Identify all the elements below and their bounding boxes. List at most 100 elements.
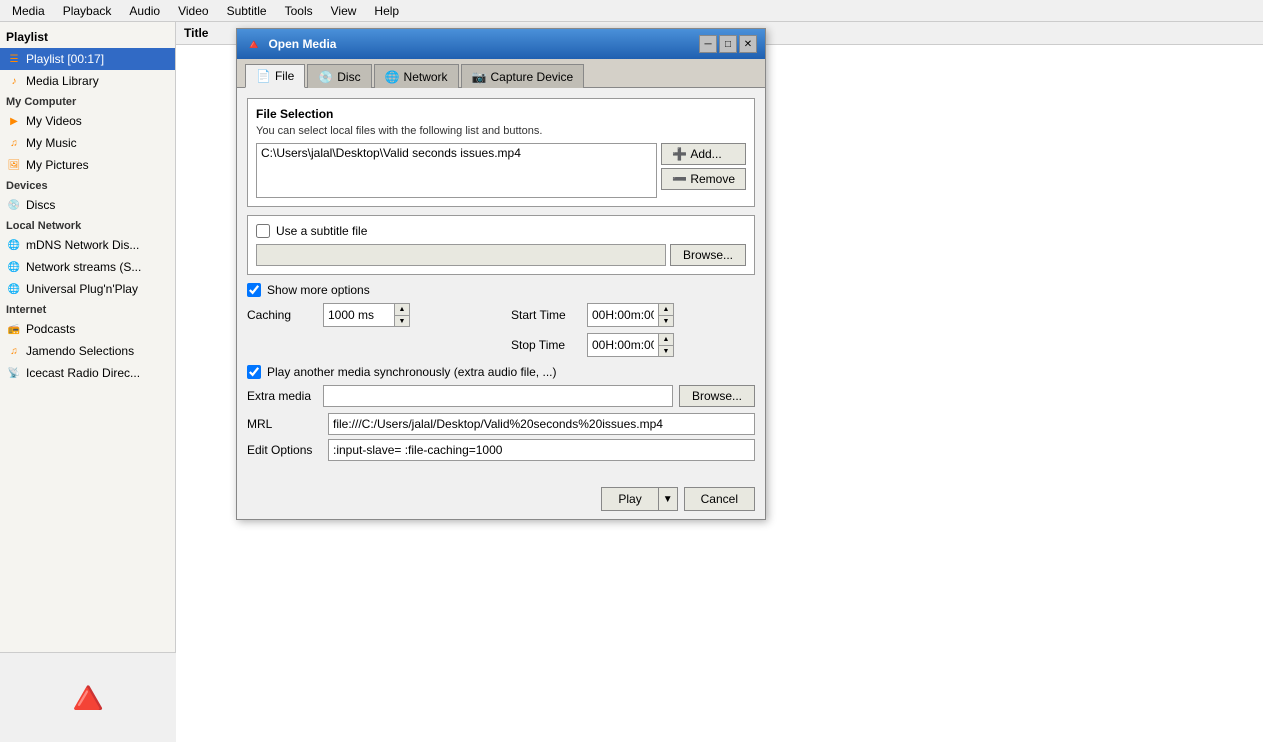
sidebar-item-upnp[interactable]: 🌐 Universal Plug'n'Play [0,278,175,300]
subtitle-file-input[interactable] [256,244,666,266]
play-another-row: Play another media synchronously (extra … [247,365,755,379]
sidebar-item-media-library-label: Media Library [26,74,99,88]
my-music-icon: ♫ [6,135,22,151]
tab-disc-label: Disc [337,70,360,84]
add-file-button[interactable]: ➕ Add... [661,143,746,165]
sidebar-item-network-streams[interactable]: 🌐 Network streams (S... [0,256,175,278]
menu-subtitle[interactable]: Subtitle [219,2,275,20]
menu-tools[interactable]: Tools [277,2,321,20]
tab-capture-icon: 📷 [472,70,487,84]
play-another-checkbox[interactable] [247,365,261,379]
play-button[interactable]: Play [601,487,657,511]
file-list-box[interactable]: C:\Users\jalal\Desktop\Valid seconds iss… [256,143,657,198]
sidebar-item-media-library[interactable]: ♪ Media Library [0,70,175,92]
sidebar-item-my-music[interactable]: ♫ My Music [0,132,175,154]
sidebar-item-my-pictures[interactable]: 🖼 My Pictures [0,154,175,176]
caching-spinbox[interactable]: 1000 ms ▲ ▼ [323,303,410,327]
menu-playback[interactable]: Playback [55,2,120,20]
media-library-icon: ♪ [6,73,22,89]
start-time-down-arrow[interactable]: ▼ [659,315,673,326]
vlc-cone-large-icon: 🔺 [58,669,118,726]
remove-file-button[interactable]: ➖ Remove [661,168,746,190]
tab-network-label: Network [404,70,448,84]
start-time-spinbox[interactable]: 00H:00m:00s.000 ▲ ▼ [587,303,674,327]
icecast-icon: 📡 [6,365,22,381]
file-selection-desc: You can select local files with the foll… [256,125,746,137]
dialog-tabs: 📄 File 💿 Disc 🌐 Network 📷 Capture Device [237,59,765,87]
stop-time-up-arrow[interactable]: ▲ [659,334,673,345]
caching-input: 1000 ms ▲ ▼ [323,303,410,327]
open-media-dialog: 🔺 Open Media ─ □ ✕ 📄 File 💿 Disc 🌐 Netwo… [236,28,766,520]
subtitle-browse-button[interactable]: Browse... [670,244,746,266]
stop-time-down-arrow[interactable]: ▼ [659,345,673,356]
jamendo-icon: ♫ [6,343,22,359]
sidebar-item-podcasts[interactable]: 📻 Podcasts [0,318,175,340]
discs-icon: 💿 [6,197,22,213]
show-more-options-wrapper: Show more options [247,283,370,297]
menu-video[interactable]: Video [170,2,216,20]
file-selection-row: C:\Users\jalal\Desktop\Valid seconds iss… [256,143,746,198]
extra-media-browse-button[interactable]: Browse... [679,385,755,407]
sidebar-item-my-videos-label: My Videos [26,114,82,128]
menu-audio[interactable]: Audio [121,2,168,20]
sidebar-item-mdns-label: mDNS Network Dis... [26,238,139,252]
edit-options-value[interactable]: :input-slave= :file-caching=1000 [328,439,755,461]
stop-time-row: Stop Time 00H:00m:00s.000 ▲ ▼ [511,333,755,357]
tab-disc[interactable]: 💿 Disc [307,64,371,88]
play-dropdown-button[interactable]: ▼ [658,487,678,511]
edit-options-row: Edit Options :input-slave= :file-caching… [247,439,755,461]
column-title: Title [184,26,208,40]
sidebar-item-my-videos[interactable]: ▶ My Videos [0,110,175,132]
dialog-footer: Play ▼ Cancel [237,479,765,519]
tab-file[interactable]: 📄 File [245,64,305,88]
sidebar-item-discs[interactable]: 💿 Discs [0,194,175,216]
menu-help[interactable]: Help [366,2,407,20]
titlebar-buttons: ─ □ ✕ [699,35,757,53]
menu-view[interactable]: View [323,2,365,20]
start-time-up-arrow[interactable]: ▲ [659,304,673,315]
file-buttons: ➕ Add... ➖ Remove [661,143,746,190]
sidebar-item-mdns[interactable]: 🌐 mDNS Network Dis... [0,234,175,256]
dialog-titlebar: 🔺 Open Media ─ □ ✕ [237,29,765,59]
sidebar-item-jamendo-label: Jamendo Selections [26,344,134,358]
tab-file-label: File [275,69,294,83]
sidebar-item-jamendo[interactable]: ♫ Jamendo Selections [0,340,175,362]
vlc-cone-area: 🔺 [0,652,176,742]
sidebar-item-discs-label: Discs [26,198,55,212]
subtitle-checkbox-wrapper: Use a subtitle file [256,224,367,238]
maximize-button[interactable]: □ [719,35,737,53]
subtitle-group: Use a subtitle file Browse... [247,215,755,275]
stop-time-spinbox[interactable]: 00H:00m:00s.000 ▲ ▼ [587,333,674,357]
play-another-label: Play another media synchronously (extra … [267,365,556,379]
my-videos-icon: ▶ [6,113,22,129]
minimize-button[interactable]: ─ [699,35,717,53]
play-btn-group: Play ▼ [601,487,677,511]
tab-network[interactable]: 🌐 Network [374,64,459,88]
tab-capture-device[interactable]: 📷 Capture Device [461,64,585,88]
sidebar-item-playlist[interactable]: ☰ Playlist [00:17] [0,48,175,70]
close-button[interactable]: ✕ [739,35,757,53]
file-path-item: C:\Users\jalal\Desktop\Valid seconds iss… [261,146,652,160]
subtitle-checkbox[interactable] [256,224,270,238]
caching-value[interactable]: 1000 ms [324,304,394,326]
show-more-options-checkbox[interactable] [247,283,261,297]
upnp-icon: 🌐 [6,281,22,297]
subtitle-checkbox-label: Use a subtitle file [276,224,367,238]
start-time-label: Start Time [511,308,581,322]
caching-down-arrow[interactable]: ▼ [395,315,409,326]
tab-file-icon: 📄 [256,69,271,83]
more-options-section: Show more options Caching 1000 ms ▲ ▼ [247,283,755,461]
options-grid: Caching 1000 ms ▲ ▼ Star [247,303,755,357]
extra-media-input[interactable] [323,385,673,407]
caching-up-arrow[interactable]: ▲ [395,304,409,315]
stop-time-value[interactable]: 00H:00m:00s.000 [588,334,658,356]
start-time-row: Start Time 00H:00m:00s.000 ▲ ▼ [511,303,755,327]
podcasts-icon: 📻 [6,321,22,337]
start-time-arrows: ▲ ▼ [658,304,673,326]
cancel-button[interactable]: Cancel [684,487,755,511]
start-time-value[interactable]: 00H:00m:00s.000 [588,304,658,326]
menu-media[interactable]: Media [4,2,53,20]
playlist-icon: ☰ [6,51,22,67]
remove-file-label: Remove [690,172,735,186]
sidebar-item-icecast[interactable]: 📡 Icecast Radio Direc... [0,362,175,384]
